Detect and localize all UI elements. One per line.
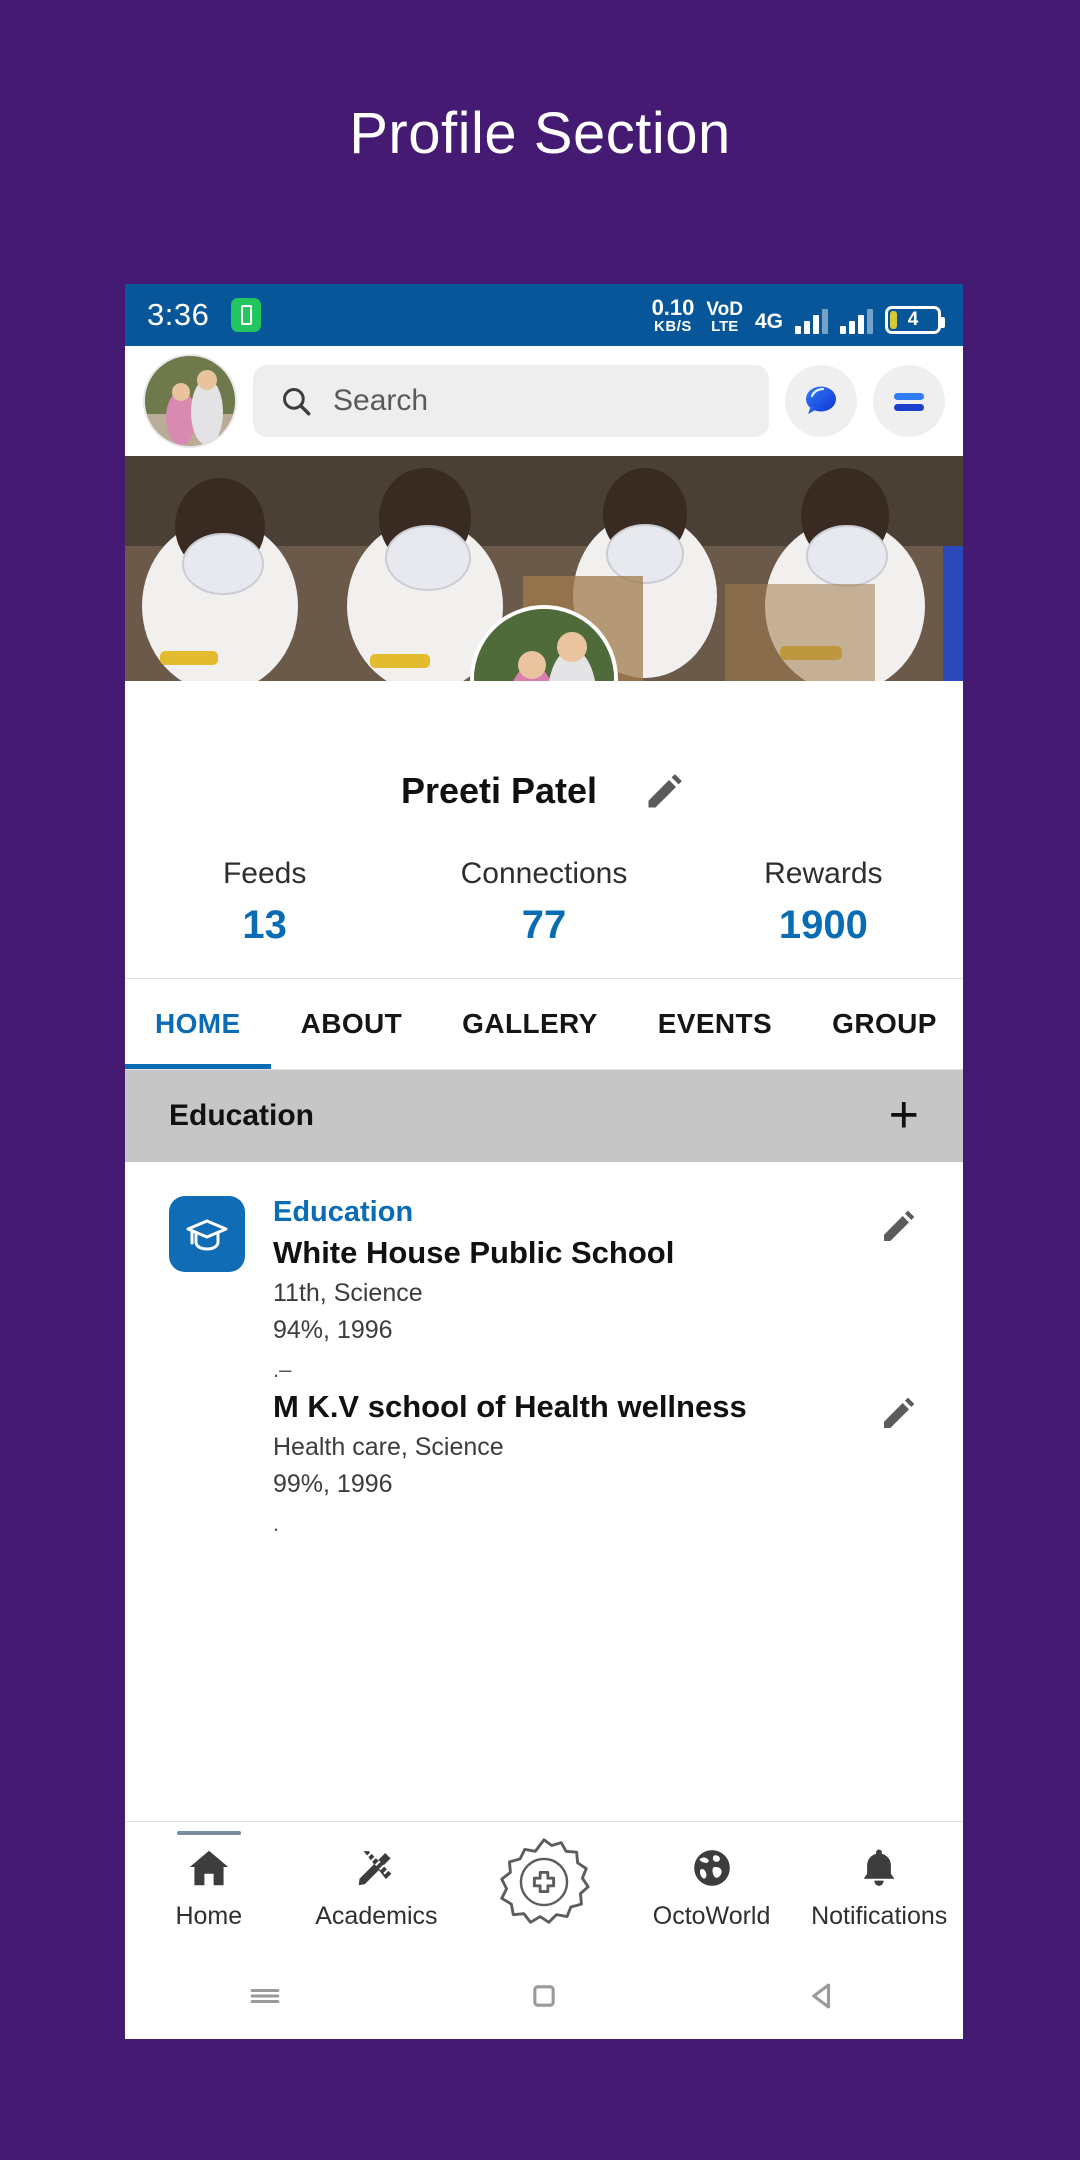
education-item-1: Education White House Public School 11th… <box>169 1196 919 1383</box>
search-icon <box>283 388 311 416</box>
profile-tabs: HOME ABOUT GALLERY EVENTS GROUP <box>125 978 963 1070</box>
education-title: White House Public School <box>273 1235 675 1270</box>
bottom-nav-label: Home <box>175 1901 243 1930</box>
recents-icon[interactable] <box>243 1974 287 2018</box>
home-square-icon[interactable] <box>522 1974 566 2018</box>
page-title: Profile Section <box>349 101 731 166</box>
back-triangle-icon[interactable] <box>801 1974 845 2018</box>
cover-photo <box>125 456 963 681</box>
education-line-2: 94%, 1996 <box>273 1316 393 1344</box>
network-speed-unit: KB/S <box>654 317 692 335</box>
add-burst-icon <box>500 1838 590 1924</box>
pencil-icon <box>884 1397 915 1428</box>
status-bar: 3:36 0.10 KB/S VoD LTE 4G 4 <box>125 284 963 346</box>
stat-label: Feeds <box>222 857 307 890</box>
stat-label: Rewards <box>764 857 883 890</box>
pencil-icon <box>884 1210 915 1241</box>
network-speed: 0.10 KB/S <box>651 294 695 335</box>
profile-name-row: Preeti Patel <box>125 769 963 813</box>
education-line-1: 11th, Science <box>273 1279 423 1307</box>
battery-level-text: 4 <box>907 308 919 330</box>
battery-level-icon: 4 <box>885 305 945 334</box>
status-time: 3:36 <box>147 297 210 332</box>
tab-about[interactable]: ABOUT <box>271 979 433 1069</box>
home-icon <box>189 1850 228 1885</box>
tab-gallery[interactable]: GALLERY <box>432 979 628 1069</box>
bottom-nav-label: Academics <box>315 1901 438 1930</box>
active-indicator <box>176 1830 241 1835</box>
education-line-2: 99%, 1996 <box>273 1470 393 1498</box>
bottom-nav-label: OctoWorld <box>652 1901 771 1930</box>
education-item-2: M K.V school of Health wellness Health c… <box>169 1383 919 1537</box>
stat-feeds[interactable]: Feeds 13 <box>125 857 404 948</box>
bottom-nav-notifications[interactable]: Notifications <box>795 1845 963 1931</box>
battery-charging-icon <box>231 298 262 332</box>
education-trailing: .– <box>273 1357 292 1382</box>
hamburger-menu-icon <box>894 393 924 411</box>
edit-education-button-1[interactable] <box>879 1196 919 1383</box>
bottom-navigation: Home Academics OctoWorld Notifications <box>125 1821 963 1953</box>
volte-line-2: LTE <box>711 317 739 335</box>
stat-value: 13 <box>242 903 287 947</box>
profile-name: Preeti Patel <box>400 770 598 811</box>
network-type-label: 4G <box>754 309 783 333</box>
education-section-header: Education + <box>125 1070 963 1162</box>
chat-button[interactable] <box>785 365 857 437</box>
section-title: Education <box>169 1099 315 1132</box>
android-system-nav <box>125 1953 963 2039</box>
stat-rewards[interactable]: Rewards 1900 <box>684 857 963 948</box>
tab-home[interactable]: HOME <box>125 979 271 1069</box>
bottom-nav-octoworld[interactable]: OctoWorld <box>628 1845 796 1931</box>
signal-bars-icon-2 <box>840 308 873 334</box>
education-kicker: Education <box>273 1196 414 1228</box>
bottom-nav-add[interactable] <box>460 1834 628 1941</box>
bell-icon <box>863 1849 895 1886</box>
tab-events[interactable]: EVENTS <box>628 979 802 1069</box>
user-avatar[interactable] <box>143 354 237 448</box>
search-placeholder: Search <box>333 384 429 417</box>
profile-stats: Feeds 13 Connections 77 Rewards 1900 <box>125 857 963 978</box>
tab-group[interactable]: GROUP <box>802 979 963 1069</box>
volte-indicator: VoD LTE <box>706 300 743 334</box>
search-input[interactable]: Search <box>253 365 769 437</box>
edit-profile-pencil-icon[interactable] <box>643 769 687 813</box>
bottom-nav-label: Notifications <box>811 1901 948 1930</box>
education-title: M K.V school of Health wellness <box>273 1389 747 1424</box>
ruler-pencil-icon <box>359 1850 392 1885</box>
volte-line-1: VoD <box>706 298 743 320</box>
phone-screen: 3:36 0.10 KB/S VoD LTE 4G 4 Search Preet… <box>125 284 963 2039</box>
menu-button[interactable] <box>873 365 945 437</box>
signal-bars-icon-1 <box>795 308 828 334</box>
education-line-1: Health care, Science <box>273 1433 504 1461</box>
stat-value: 77 <box>521 903 567 947</box>
stat-label: Connections <box>460 857 628 890</box>
app-top-bar: Search <box>125 346 963 456</box>
bottom-nav-academics[interactable]: Academics <box>293 1845 461 1931</box>
chat-bubble-icon <box>806 386 836 414</box>
education-trailing: . <box>273 1511 280 1536</box>
globe-icon <box>693 1849 730 1886</box>
network-speed-value: 0.10 <box>651 294 695 320</box>
plus-icon[interactable]: + <box>889 1089 919 1141</box>
education-list: Education White House Public School 11th… <box>125 1162 963 1537</box>
bottom-nav-home[interactable]: Home <box>125 1830 293 1931</box>
edit-education-button-2[interactable] <box>879 1383 919 1537</box>
graduation-cap-icon <box>169 1196 245 1272</box>
stat-value: 1900 <box>778 903 868 947</box>
stat-connections[interactable]: Connections 77 <box>404 857 683 948</box>
